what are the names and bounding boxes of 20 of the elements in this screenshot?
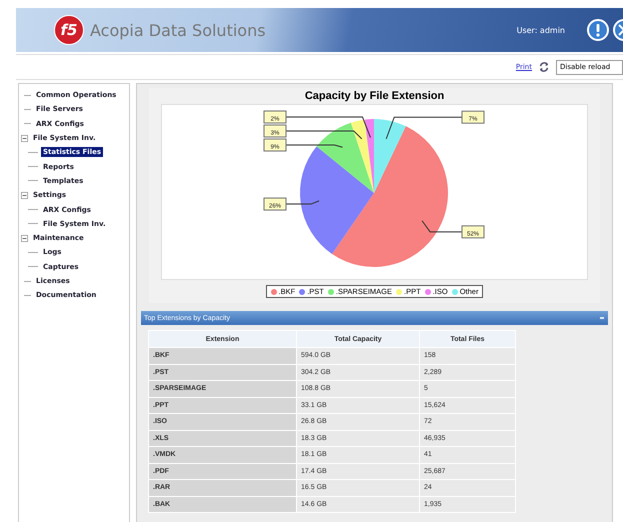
leader-line [286, 200, 320, 205]
label-box [462, 110, 484, 124]
label-box [462, 225, 484, 238]
collapse-icon[interactable] [21, 134, 28, 142]
app-title: Acopia Data Solutions [90, 20, 267, 40]
close-icon[interactable] [613, 19, 623, 41]
chart-title: Capacity by File Extension [304, 90, 444, 102]
logo-badge: f5 [54, 15, 84, 45]
label-box [264, 138, 286, 152]
refresh-icon[interactable] [538, 61, 550, 73]
collapse-icon[interactable] [21, 192, 28, 199]
leader-line [422, 220, 462, 232]
user-label: User: admin [516, 26, 565, 34]
collapse-icon[interactable] [599, 315, 605, 321]
label-box [264, 198, 286, 211]
leader-line [286, 144, 344, 148]
collapse-icon[interactable] [21, 234, 28, 242]
label-box [264, 110, 286, 124]
alert-icon[interactable] [587, 19, 609, 41]
label-box [264, 124, 286, 138]
